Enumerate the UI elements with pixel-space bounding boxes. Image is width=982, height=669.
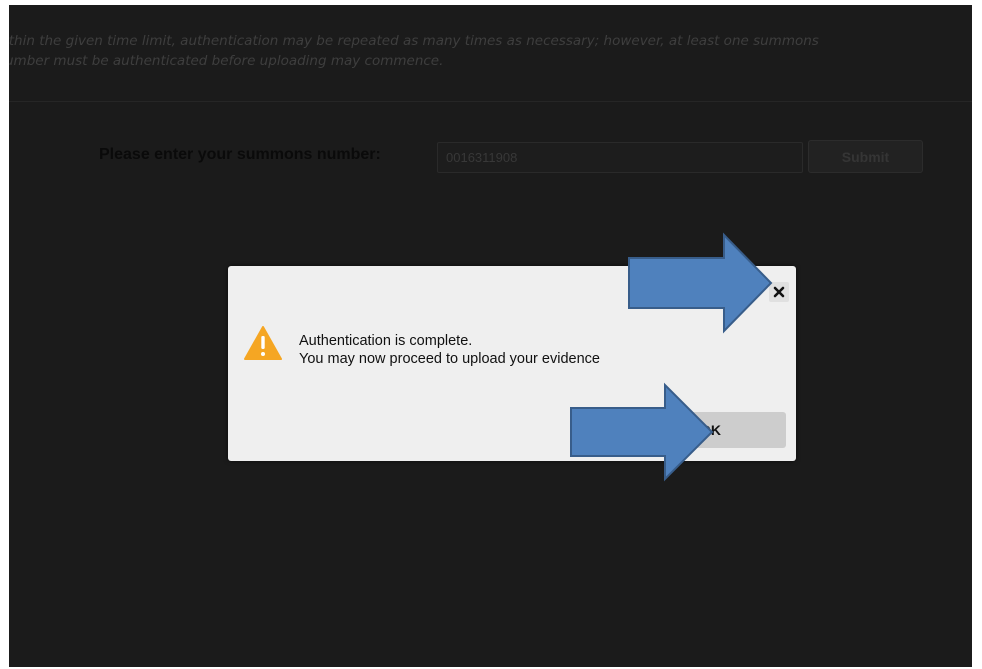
arrow-to-close-button	[628, 232, 773, 334]
warning-triangle-icon	[244, 326, 282, 360]
summons-number-label: Please enter your summons number:	[99, 146, 381, 163]
message-line-2: You may now proceed to upload your evide…	[299, 351, 600, 367]
arrow-to-ok-button	[570, 382, 714, 482]
close-icon	[773, 286, 785, 298]
instructions-line-1: ithin the given time limit, authenticati…	[9, 33, 819, 49]
submit-button[interactable]: Submit	[808, 140, 923, 173]
divider	[9, 101, 972, 102]
dialog-message: Authentication is complete. You may now …	[299, 332, 600, 368]
instructions-text: ithin the given time limit, authenticati…	[9, 31, 972, 71]
summons-number-input[interactable]	[437, 142, 803, 173]
message-line-1: Authentication is complete.	[299, 333, 473, 349]
instructions-line-2: umber must be authenticated before uploa…	[9, 53, 444, 69]
